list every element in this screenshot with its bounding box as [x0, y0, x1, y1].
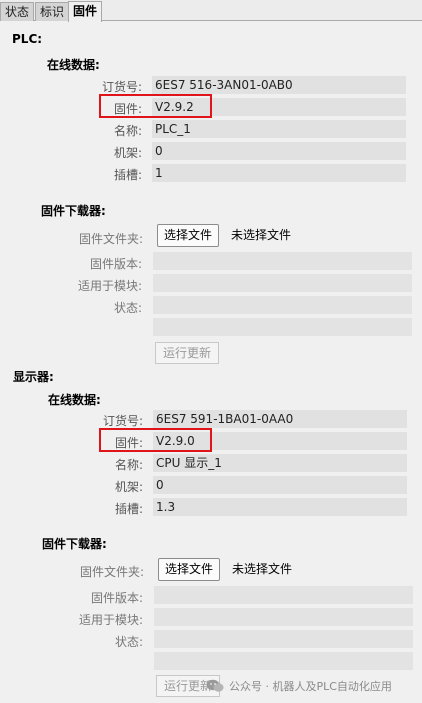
display-status-label: 状态:	[114, 635, 143, 649]
plc-rack-field: 0	[152, 142, 406, 160]
plc-choose-file-button[interactable]: 选择文件	[157, 224, 220, 247]
tab-status[interactable]: 状态	[0, 2, 35, 21]
plc-status-label: 状态:	[113, 301, 142, 315]
tab-bar: 状态 标识 固件	[0, 0, 422, 22]
plc-status-field	[153, 296, 412, 314]
plc-folder-label: 固件文件夹:	[78, 232, 143, 246]
display-rack-label: 机架:	[114, 480, 143, 494]
plc-section-title: PLC:	[12, 32, 43, 46]
display-order-field: 6ES7 591-1BA01-0AA0	[153, 410, 407, 428]
display-name-label: 名称:	[114, 458, 143, 472]
plc-name-label: 名称:	[113, 124, 142, 138]
plc-slot-field: 1	[152, 164, 406, 182]
plc-module-field	[153, 274, 412, 292]
plc-version-field	[153, 252, 412, 270]
watermark: 公众号 · 机器人及PLC自动化应用	[206, 676, 392, 696]
display-no-file-text: 未选择文件	[232, 562, 293, 576]
plc-order-field: 6ES7 516-3AN01-0AB0	[152, 76, 406, 94]
plc-module-label: 适用于模块:	[77, 279, 142, 293]
plc-firmware-highlight	[99, 94, 212, 118]
plc-online-heading: 在线数据:	[47, 58, 100, 72]
display-version-field	[154, 586, 413, 604]
display-slot-label: 插槽:	[114, 502, 143, 516]
plc-version-label: 固件版本:	[89, 257, 142, 271]
tab-firmware[interactable]: 固件	[68, 1, 103, 22]
display-folder-label: 固件文件夹:	[79, 565, 144, 579]
watermark-text: 公众号 · 机器人及PLC自动化应用	[229, 680, 392, 693]
display-section-title: 显示器:	[13, 370, 54, 384]
tab-identification[interactable]: 标识	[35, 2, 70, 21]
plc-run-update-button[interactable]: 运行更新	[155, 342, 220, 364]
plc-loader-heading: 固件下载器:	[41, 204, 106, 218]
plc-slot-label: 插槽:	[113, 168, 142, 182]
display-name-field: CPU 显示_1	[153, 454, 407, 472]
display-module-field	[154, 608, 413, 626]
display-status-extra-field	[154, 652, 413, 670]
display-status-field	[154, 630, 413, 648]
wechat-icon	[206, 679, 224, 692]
plc-rack-label: 机架:	[113, 146, 142, 160]
plc-status-extra-field	[153, 318, 412, 336]
display-version-label: 固件版本:	[90, 591, 143, 605]
display-firmware-highlight	[99, 428, 212, 452]
display-loader-heading: 固件下载器:	[42, 537, 107, 551]
display-slot-field: 1.3	[153, 498, 407, 516]
plc-no-file-text: 未选择文件	[231, 228, 292, 242]
plc-order-label: 订货号:	[101, 80, 142, 94]
plc-name-field: PLC_1	[152, 120, 406, 138]
display-order-label: 订货号:	[102, 414, 143, 428]
display-rack-field: 0	[153, 476, 407, 494]
display-choose-file-button[interactable]: 选择文件	[158, 558, 221, 581]
display-module-label: 适用于模块:	[78, 613, 143, 627]
display-online-heading: 在线数据:	[48, 393, 101, 407]
